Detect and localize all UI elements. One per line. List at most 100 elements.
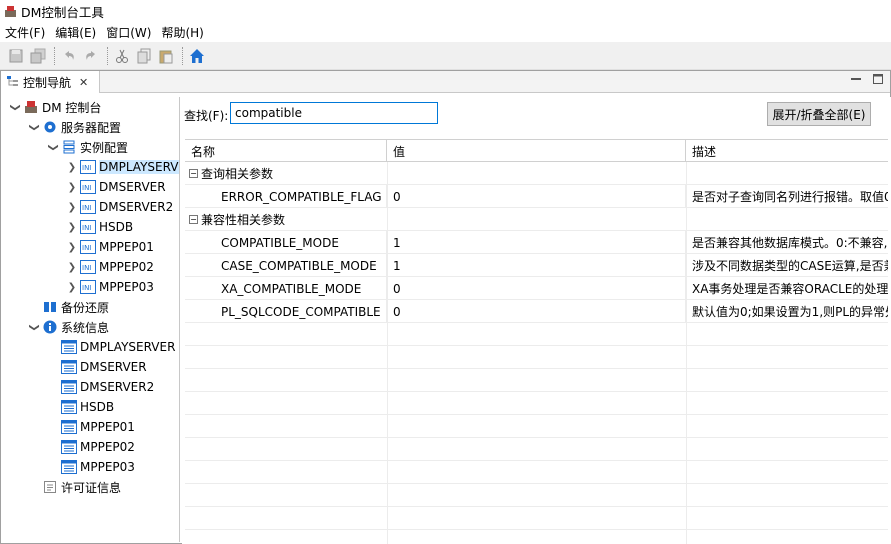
home-icon[interactable] (187, 46, 207, 66)
column-header-name[interactable]: 名称 (185, 140, 387, 162)
chevron-right-icon[interactable]: ❯ (65, 282, 79, 293)
toolbar-separator (182, 46, 183, 65)
table-icon (61, 379, 77, 395)
param-value-cell: 0 (387, 277, 686, 300)
tree-node[interactable]: ❯ INI DMSERVER (65, 177, 166, 197)
empty-row (185, 323, 888, 346)
cut-icon[interactable] (112, 46, 132, 66)
column-divider (686, 162, 687, 544)
tree-node[interactable]: ❯ INI HSDB (65, 217, 133, 237)
group-row[interactable]: − 兼容性相关参数 (185, 208, 888, 231)
param-value-cell: 0 (387, 300, 686, 323)
empty-row (185, 507, 888, 530)
tree-node-label: 系统信息 (61, 320, 110, 335)
param-description-cell: 默认值为0;如果设置为1,则PL的异常处 (692, 305, 888, 319)
menu-window[interactable]: 窗口(W) (101, 24, 156, 41)
parameter-grid: 名称 值 描述 − 查询相关参数 ERROR_COMPATIBLE_FLAG 0 是否对… (185, 139, 888, 544)
tree-node[interactable]: MPPEP01 (46, 417, 135, 437)
table-row[interactable]: ERROR_COMPATIBLE_FLAG 0 是否对子查询同名列进行报错。取值0 (185, 185, 888, 208)
table-row[interactable]: XA_COMPATIBLE_MODE 0 XA事务处理是否兼容ORACLE的处理 (185, 277, 888, 300)
chevron-right-icon[interactable]: ❯ (65, 222, 79, 233)
table-row[interactable]: PL_SQLCODE_COMPATIBLE 0 默认值为0;如果设置为1,则PL的异… (185, 300, 888, 323)
maximize-icon[interactable] (872, 73, 884, 88)
dm-app-icon (4, 5, 17, 18)
column-header-description[interactable]: 描述 (686, 140, 888, 162)
tree-node[interactable]: DMPLAYSERVER (46, 337, 175, 357)
table-row[interactable]: COMPATIBLE_MODE 1 是否兼容其他数据库模式。0:不兼容,1 (185, 231, 888, 254)
param-description-cell: 是否对子查询同名列进行报错。取值0 (692, 190, 888, 204)
tree-node-label: MPPEP01 (80, 420, 135, 434)
navigation-view: 控制导航 ✕ ❯DM 控制台❯服务器配置❯实例配置❯INIDMPLAYSERVE… (0, 70, 891, 544)
navigation-icon (7, 75, 19, 90)
empty-row (185, 484, 888, 507)
chevron-down-icon[interactable]: ❯ (29, 120, 40, 134)
ini-file-icon: INI (80, 259, 96, 275)
collapse-icon[interactable]: − (189, 215, 198, 224)
info-icon (42, 319, 58, 335)
tree-node[interactable]: ❯ 系统信息 (27, 317, 109, 337)
copy-icon[interactable] (134, 46, 154, 66)
expand-collapse-all-button[interactable]: 展开/折叠全部(E) (767, 102, 871, 126)
tree-node[interactable]: DMSERVER2 (46, 377, 154, 397)
title-bar: DM控制台工具 (0, 0, 891, 22)
param-name-cell: XA_COMPATIBLE_MODE (185, 277, 387, 300)
tree-node[interactable]: ❯INI DMPLAYSERVER (65, 157, 179, 177)
close-icon[interactable]: ✕ (79, 76, 88, 89)
tree-node[interactable]: ❯ INI MPPEP01 (65, 237, 154, 257)
chevron-down-icon[interactable]: ❯ (10, 100, 21, 114)
empty-row (185, 369, 888, 392)
svg-text:INI: INI (82, 184, 91, 192)
menu-edit[interactable]: 编辑(E) (50, 24, 101, 41)
empty-row (185, 438, 888, 461)
save-all-icon[interactable] (28, 46, 48, 66)
tree-node[interactable]: ❯ INI MPPEP02 (65, 257, 154, 277)
menu-file[interactable]: 文件(F) (0, 24, 50, 41)
tree-node[interactable]: 备份还原 (27, 297, 109, 317)
chevron-down-icon[interactable]: ❯ (29, 320, 40, 334)
chevron-right-icon[interactable]: ❯ (65, 182, 79, 193)
save-icon[interactable] (6, 46, 26, 66)
tree-node[interactable]: HSDB (46, 397, 114, 417)
table-row[interactable]: CASE_COMPATIBLE_MODE 1 涉及不同数据类型的CASE运算,是否兼 (185, 254, 888, 277)
chevron-right-icon[interactable]: ❯ (65, 162, 79, 173)
navigation-tree[interactable]: ❯DM 控制台❯服务器配置❯实例配置❯INIDMPLAYSERVER❯INIDM… (4, 97, 180, 542)
toolbar-separator (54, 46, 55, 65)
chevron-down-icon[interactable]: ❯ (48, 140, 59, 154)
group-row[interactable]: − 查询相关参数 (185, 162, 888, 185)
collapse-icon[interactable]: − (189, 169, 198, 178)
svg-text:INI: INI (82, 284, 91, 292)
tree-node-label: MPPEP02 (80, 440, 135, 454)
redo-icon[interactable] (81, 46, 101, 66)
ini-file-icon: INI (80, 239, 96, 255)
chevron-right-icon[interactable]: ❯ (65, 202, 79, 213)
group-label: 查询相关参数 (201, 167, 274, 181)
group-cell: − 查询相关参数 (185, 162, 888, 185)
chevron-right-icon[interactable]: ❯ (65, 242, 79, 253)
tree-node[interactable]: ❯ DM 控制台 (8, 97, 102, 117)
undo-icon[interactable] (59, 46, 79, 66)
tree-node[interactable]: ❯ 服务器配置 (27, 117, 122, 137)
tree-node[interactable]: MPPEP03 (46, 457, 135, 477)
tree-node[interactable]: ❯ INI DMSERVER2 (65, 197, 173, 217)
tree-node[interactable]: 许可证信息 (27, 477, 121, 497)
minimize-icon[interactable] (850, 73, 862, 88)
tree-node[interactable]: ❯ 实例配置 (46, 137, 128, 157)
param-description-cell: XA事务处理是否兼容ORACLE的处理 (692, 282, 888, 296)
search-input[interactable] (230, 102, 438, 124)
menu-help[interactable]: 帮助(H) (156, 24, 208, 41)
tree-node-label: 实例配置 (80, 140, 129, 155)
license-icon (42, 479, 58, 495)
column-header-value[interactable]: 值 (387, 140, 686, 162)
chevron-right-icon[interactable]: ❯ (65, 262, 79, 273)
menu-bar: 文件(F) 编辑(E) 窗口(W) 帮助(H) (0, 22, 891, 42)
tree-node[interactable]: DMSERVER (46, 357, 147, 377)
tree-node-label: DMPLAYSERVER (99, 160, 179, 174)
tree-node-label: 备份还原 (61, 300, 110, 315)
paste-icon[interactable] (156, 46, 176, 66)
ini-file-icon: INI (80, 179, 96, 195)
svg-text:INI: INI (82, 244, 91, 252)
tree-node[interactable]: MPPEP02 (46, 437, 135, 457)
instance-list-icon (61, 139, 77, 155)
tree-node[interactable]: ❯ INI MPPEP03 (65, 277, 154, 297)
tab-control-navigation[interactable]: 控制导航 ✕ (1, 71, 100, 93)
